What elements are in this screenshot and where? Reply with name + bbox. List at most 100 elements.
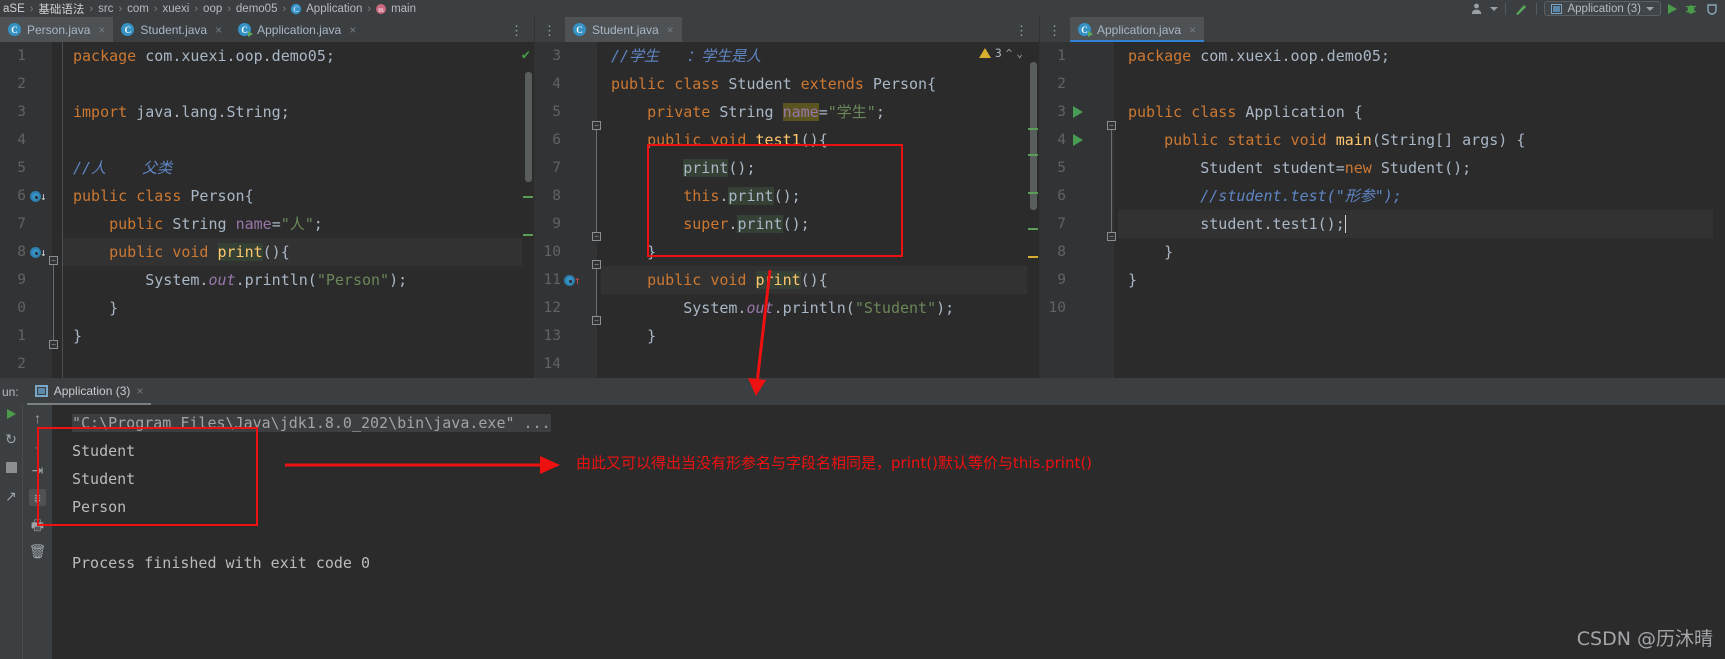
tab-student-java[interactable]: C Student.java × — [565, 17, 682, 42]
inspection-warning-badge[interactable]: 3 ^ ⌄ — [978, 46, 1023, 60]
breadcrumb-item-oop[interactable]: oop — [202, 3, 223, 15]
status-marker-column-right[interactable] — [1713, 42, 1725, 378]
run-method-icon[interactable] — [1073, 134, 1083, 146]
rerun-failed-icon[interactable]: ↻ — [5, 432, 17, 446]
scroll-to-end-icon[interactable]: ⇟ — [29, 489, 46, 506]
fold-icon[interactable]: − — [1107, 232, 1116, 241]
tab-options-icon[interactable]: ⋮ — [535, 24, 565, 42]
override-marker-icon[interactable] — [30, 246, 41, 258]
status-marker-column-middle[interactable] — [1027, 42, 1039, 378]
tab-options-icon[interactable]: ⋮ — [510, 24, 534, 42]
line-number: 4 — [1057, 132, 1066, 148]
close-icon[interactable]: × — [1189, 23, 1196, 37]
run-configuration-selector[interactable]: Application (3) — [1544, 1, 1661, 16]
code-line: print(); — [683, 159, 756, 177]
breadcrumb-item-project[interactable]: aSE — [2, 3, 26, 15]
fold-icon[interactable]: − — [592, 121, 601, 130]
run-class-icon[interactable] — [1073, 106, 1083, 118]
next-problem-icon[interactable]: ⌄ — [1016, 47, 1023, 60]
tab-options-icon[interactable]: ⋮ — [1040, 24, 1070, 42]
line-number: 5 — [1057, 160, 1066, 176]
line-number: 8 — [552, 188, 561, 204]
svg-text:m: m — [378, 6, 384, 14]
fold-icon[interactable]: − — [592, 232, 601, 241]
fold-icon[interactable]: − — [592, 260, 601, 269]
tab-student-java[interactable]: C Student.java × — [113, 17, 230, 42]
stop-icon[interactable] — [3, 459, 20, 476]
status-marker-column-left[interactable]: ✔ — [522, 42, 534, 378]
code-area-left[interactable]: package com.xuexi.oop.demo05; import jav… — [62, 42, 534, 378]
code-line: public static void main(String[] args) { — [1164, 131, 1526, 149]
close-icon[interactable]: × — [98, 23, 105, 37]
tab-label: Person.java — [27, 22, 91, 37]
down-arrow-icon[interactable]: ↓ — [34, 437, 41, 451]
tab-application-java[interactable]: C Application.java × — [1070, 17, 1205, 42]
breadcrumb-item-module[interactable]: 基础语法 — [37, 1, 85, 17]
override-marker-icon[interactable] — [564, 274, 575, 286]
prev-problem-icon[interactable]: ^ — [1006, 47, 1013, 60]
java-class-icon: C — [121, 23, 135, 36]
code-line: } — [647, 327, 657, 345]
editor-right[interactable]: 1 2 3 4 5 6 7 8 9 10 − − package com.xue… — [1040, 42, 1725, 378]
code-line: } — [1128, 271, 1138, 289]
debug-icon[interactable] — [1684, 2, 1698, 16]
breadcrumb[interactable]: aSE › 基础语法 › src › com › xuexi › oop › d… — [0, 0, 1470, 17]
fold-icon[interactable]: − — [1107, 121, 1116, 130]
breadcrumb-item-xuexi[interactable]: xuexi — [162, 3, 191, 15]
fold-icon[interactable]: − — [49, 256, 58, 265]
line-number: 0 — [17, 300, 26, 316]
editor-pane-right: ⋮ C Application.java × 1 2 3 4 5 6 7 8 9… — [1040, 17, 1725, 378]
fold-icon[interactable]: − — [49, 340, 58, 349]
override-marker-icon[interactable] — [30, 190, 41, 202]
editor-middle[interactable]: 3 4 5 6 7 8 9 10 11 ↑ 12 13 14 − − − − /… — [535, 42, 1039, 378]
tab-application-java[interactable]: C Application.java × — [230, 17, 364, 42]
tab-options-icon[interactable]: ⋮ — [1015, 24, 1039, 42]
breadcrumb-item-demo05[interactable]: demo05 — [235, 3, 279, 15]
code-area-middle[interactable]: //学生 ：学生是人 public class Student extends … — [601, 42, 1039, 378]
line-number: 4 — [17, 132, 26, 148]
export-icon[interactable]: ↗ — [5, 489, 17, 503]
coverage-icon[interactable] — [1705, 2, 1719, 16]
editor-scrollbar[interactable] — [525, 72, 532, 182]
change-marker — [1028, 128, 1038, 130]
up-arrow-icon[interactable]: ↑ — [34, 411, 41, 425]
code-line: private String name="学生"; — [647, 103, 885, 121]
trash-icon[interactable]: 🗑 — [29, 544, 47, 558]
breadcrumb-item-com[interactable]: com — [126, 3, 150, 15]
code-line: //student.test("形参"); — [1200, 187, 1402, 205]
gutter-middle[interactable]: 3 4 5 6 7 8 9 10 11 ↑ 12 13 14 − − − − — [535, 42, 601, 378]
run-icon[interactable] — [1668, 3, 1677, 14]
hammer-icon[interactable] — [1513, 2, 1529, 16]
run-tab-application[interactable]: Application (3) × — [26, 379, 152, 405]
line-number: 11 — [543, 272, 561, 288]
tab-label: Student.java — [140, 22, 208, 37]
close-icon[interactable]: × — [667, 23, 674, 37]
user-icon[interactable] — [1470, 2, 1483, 15]
editor-left[interactable]: 1 2 3 4 5 6 ↓ 7 8 ↓ 9 0 1 2 − − package … — [0, 42, 534, 378]
code-line: public String name="人"; — [109, 215, 323, 233]
editor-pane-left: C Person.java × C Student.java × C Appli… — [0, 17, 535, 378]
chevron-down-icon[interactable] — [1646, 6, 1654, 11]
line-number: 3 — [1057, 104, 1066, 120]
gutter-left[interactable]: 1 2 3 4 5 6 ↓ 7 8 ↓ 9 0 1 2 − − — [0, 42, 58, 378]
rerun-icon[interactable] — [6, 409, 16, 419]
tab-person-java[interactable]: C Person.java × — [0, 17, 114, 42]
soft-wrap-icon[interactable]: ⇥ — [32, 463, 44, 477]
line-number: 1 — [1057, 48, 1066, 64]
code-area-right[interactable]: package com.xuexi.oop.demo05; public cla… — [1118, 42, 1725, 378]
close-icon[interactable]: × — [136, 384, 143, 398]
print-icon[interactable]: 🖶 — [31, 518, 44, 532]
chevron-down-icon[interactable] — [1490, 6, 1499, 11]
console-output[interactable]: "C:\Program Files\Java\jdk1.8.0_202\bin\… — [52, 405, 1725, 659]
close-icon[interactable]: × — [215, 23, 222, 37]
gutter-right[interactable]: 1 2 3 4 5 6 7 8 9 10 − − — [1040, 42, 1116, 378]
close-icon[interactable]: × — [349, 23, 356, 37]
editor-scrollbar[interactable] — [1030, 62, 1037, 210]
breadcrumb-item-main[interactable]: main — [390, 3, 417, 15]
breadcrumb-item-application[interactable]: Application — [305, 3, 363, 15]
breadcrumb-item-src[interactable]: src — [97, 3, 114, 15]
change-marker — [1028, 154, 1038, 156]
run-tool-window: un: Application (3) × ↻ ↗ ↑ ↓ ⇥ ⇟ 🖶 🗑 "C… — [0, 378, 1725, 659]
fold-icon[interactable]: − — [592, 316, 601, 325]
code-line: student.test1(); — [1118, 210, 1725, 238]
